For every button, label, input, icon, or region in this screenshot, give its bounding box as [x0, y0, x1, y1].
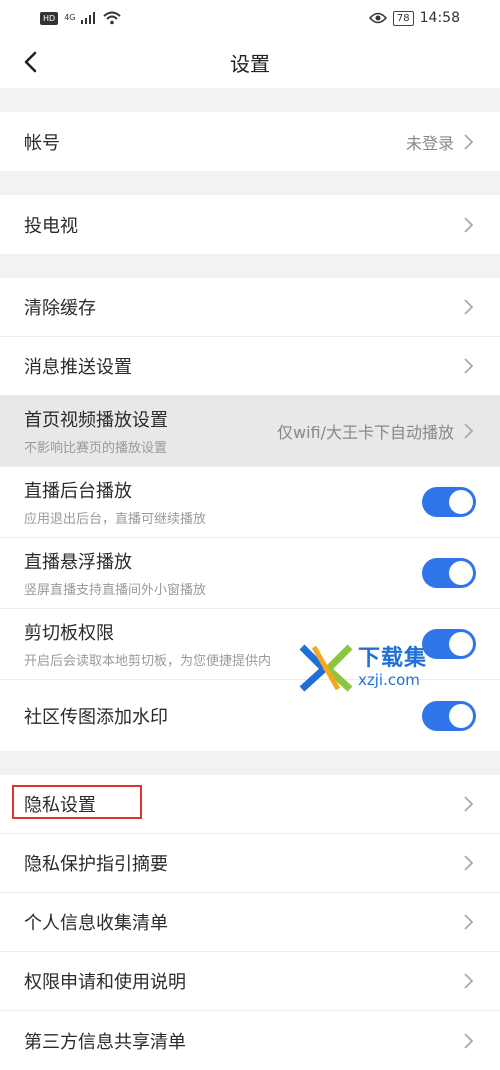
privacy-settings-row[interactable]: 隐私设置: [0, 775, 500, 834]
toggle-knob: [449, 490, 473, 514]
privacy-guide-label: 隐私保护指引摘要: [24, 854, 168, 875]
account-status: 未登录: [405, 133, 454, 153]
nav-bar: 设置: [0, 36, 500, 88]
clear-cache-row[interactable]: 清除缓存: [0, 278, 500, 337]
cast-tv-label: 投电视: [24, 215, 78, 237]
push-settings-label: 消息推送设置: [24, 357, 132, 378]
float-play-toggle[interactable]: [422, 558, 476, 588]
chevron-right-icon: [464, 299, 474, 315]
bg-play-subtitle: 应用退出后台，直播可继续播放: [24, 512, 207, 527]
section-gap: [0, 171, 500, 195]
push-settings-row[interactable]: 消息推送设置: [0, 337, 500, 396]
clipboard-subtitle: 开启后会读取本地剪切板，为您便捷提供内: [24, 654, 272, 669]
third-party-row[interactable]: 第三方信息共享清单: [0, 1011, 500, 1070]
clear-cache-label: 清除缓存: [24, 298, 96, 319]
wifi-icon: [103, 11, 122, 25]
clipboard-toggle[interactable]: [422, 629, 476, 659]
hd-badge: HD: [40, 11, 59, 25]
third-party-label: 第三方信息共享清单: [24, 1031, 186, 1053]
cast-group: 投电视: [0, 195, 500, 254]
float-play-subtitle: 竖屏直播支持直播间外小窗播放: [24, 583, 207, 598]
chevron-right-icon: [464, 133, 474, 150]
home-video-row[interactable]: 首页视频播放设置 不影响比赛页的播放设置 仅wifi/大王卡下自动播放: [0, 396, 500, 467]
privacy-group: 隐私设置 隐私保护指引摘要 个人信息收集清单 权限申请和使用说明 第三方信息共享…: [0, 775, 500, 1070]
section-gap: [0, 751, 500, 775]
account-row[interactable]: 帐号 未登录: [0, 112, 500, 171]
battery-indicator: 78: [392, 10, 414, 26]
bg-play-toggle[interactable]: [422, 487, 476, 517]
back-arrow-icon[interactable]: [18, 48, 46, 76]
chevron-right-icon: [464, 358, 474, 374]
chevron-right-icon: [464, 914, 474, 930]
status-bar: HD 4G 78 14:58: [0, 0, 500, 36]
info-collect-row[interactable]: 个人信息收集清单: [0, 893, 500, 952]
permissions-label: 权限申请和使用说明: [24, 972, 186, 993]
eye-icon: [368, 12, 387, 24]
watermark-toggle[interactable]: [422, 700, 476, 731]
chevron-right-icon: [464, 973, 474, 989]
clipboard-row: 剪切板权限 开启后会读取本地剪切板，为您便捷提供内: [0, 609, 500, 680]
bg-play-title: 直播后台播放: [24, 481, 132, 502]
signal-icon: [81, 12, 96, 24]
section-gap: [0, 254, 500, 278]
bg-play-row: 直播后台播放 应用退出后台，直播可继续播放: [0, 467, 500, 538]
section-gap: [0, 88, 500, 112]
home-video-value: 仅wifi/大王卡下自动播放: [276, 423, 454, 442]
clipboard-title: 剪切板权限: [24, 623, 114, 644]
info-collect-label: 个人信息收集清单: [24, 913, 168, 934]
permissions-row[interactable]: 权限申请和使用说明: [0, 952, 500, 1011]
account-group: 帐号 未登录: [0, 112, 500, 171]
status-time: 14:58: [419, 10, 460, 26]
privacy-settings-label: 隐私设置: [24, 795, 96, 816]
privacy-guide-row[interactable]: 隐私保护指引摘要: [0, 834, 500, 893]
page-title: 设置: [230, 51, 270, 76]
account-label: 帐号: [24, 132, 60, 154]
watermark-setting-row: 社区传图添加水印: [0, 680, 500, 751]
chevron-right-icon: [464, 423, 474, 439]
home-video-subtitle: 不影响比赛页的播放设置: [24, 441, 168, 456]
chevron-right-icon: [464, 796, 474, 812]
status-left: HD 4G: [40, 11, 122, 25]
watermark-setting-title: 社区传图添加水印: [24, 706, 168, 728]
cast-tv-row[interactable]: 投电视: [0, 195, 500, 254]
settings-group: 清除缓存 消息推送设置 首页视频播放设置 不影响比赛页的播放设置 仅wifi/大…: [0, 278, 500, 751]
toggle-knob: [449, 632, 473, 656]
toggle-knob: [449, 703, 473, 728]
float-play-row: 直播悬浮播放 竖屏直播支持直播间外小窗播放: [0, 538, 500, 609]
float-play-title: 直播悬浮播放: [24, 552, 132, 573]
chevron-right-icon: [464, 216, 474, 233]
status-right: 78 14:58: [368, 10, 460, 26]
toggle-knob: [449, 561, 473, 585]
chevron-right-icon: [464, 855, 474, 871]
chevron-right-icon: [464, 1032, 474, 1049]
network-type: 4G: [64, 13, 76, 22]
home-video-title: 首页视频播放设置: [24, 410, 168, 431]
